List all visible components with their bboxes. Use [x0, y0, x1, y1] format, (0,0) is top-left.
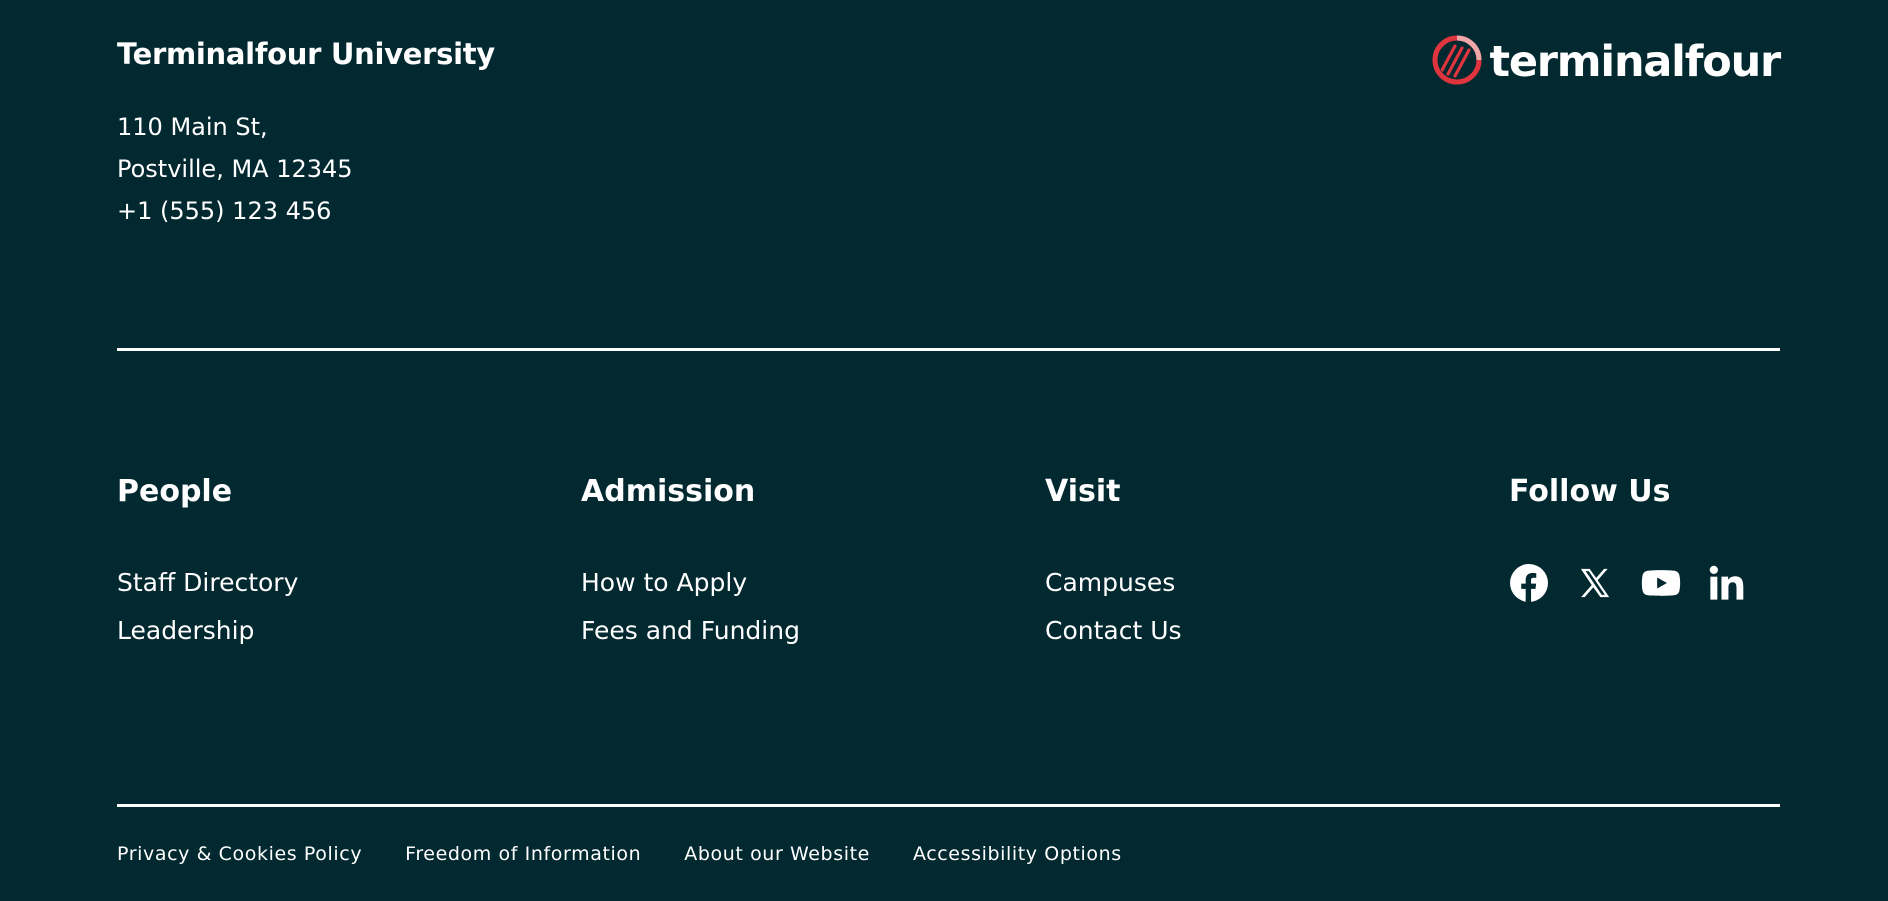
linkedin-link[interactable]: [1707, 563, 1747, 603]
terminalfour-logo-icon: [1431, 34, 1483, 90]
x-link[interactable]: [1575, 563, 1615, 603]
column-title-follow-us: Follow Us: [1509, 474, 1671, 509]
social-links: [1509, 563, 1747, 603]
column-title-visit: Visit: [1045, 474, 1121, 509]
column-title-people: People: [117, 474, 233, 509]
phone-number: +1 (555) 123 456: [117, 197, 332, 225]
address-line-2: Postville, MA 12345: [117, 155, 353, 183]
linkedin-icon: [1709, 565, 1744, 600]
footer-divider-top: [117, 348, 1780, 351]
link-accessibility-options[interactable]: Accessibility Options: [913, 843, 1122, 865]
youtube-link[interactable]: [1641, 563, 1681, 603]
facebook-link[interactable]: [1509, 563, 1549, 603]
institution-address: 110 Main St, Postville, MA 12345 +1 (555…: [117, 106, 353, 232]
footer-divider-bottom: [117, 804, 1780, 807]
link-privacy-cookies-policy[interactable]: Privacy & Cookies Policy: [117, 843, 362, 865]
site-footer: Terminalfour University 110 Main St, Pos…: [117, 0, 1781, 901]
link-how-to-apply[interactable]: How to Apply: [581, 559, 800, 607]
address-line-1: 110 Main St,: [117, 113, 268, 141]
footer-column-follow-us: Follow Us: [1509, 474, 1747, 603]
logo-wordmark: terminalfour: [1489, 36, 1781, 87]
institution-name: Terminalfour University: [117, 37, 495, 71]
x-icon: [1580, 568, 1610, 598]
column-title-admission: Admission: [581, 474, 756, 509]
link-fees-and-funding[interactable]: Fees and Funding: [581, 607, 800, 655]
link-contact-us[interactable]: Contact Us: [1045, 607, 1182, 655]
footer-column-visit: Visit Campuses Contact Us: [1045, 474, 1182, 655]
footer-column-admission: Admission How to Apply Fees and Funding: [581, 474, 800, 655]
footer-link-columns: People Staff Directory Leadership Admiss…: [117, 474, 1780, 674]
link-campuses[interactable]: Campuses: [1045, 559, 1182, 607]
legal-links: Privacy & Cookies Policy Freedom of Info…: [117, 843, 1122, 865]
footer-top: Terminalfour University 110 Main St, Pos…: [117, 0, 1781, 240]
link-freedom-of-information[interactable]: Freedom of Information: [405, 843, 641, 865]
terminalfour-logo-link[interactable]: terminalfour: [1431, 34, 1781, 90]
link-about-our-website[interactable]: About our Website: [684, 843, 870, 865]
link-staff-directory[interactable]: Staff Directory: [117, 559, 298, 607]
footer-column-people: People Staff Directory Leadership: [117, 474, 298, 655]
link-leadership[interactable]: Leadership: [117, 607, 298, 655]
youtube-icon: [1641, 570, 1681, 596]
facebook-icon: [1510, 564, 1548, 602]
